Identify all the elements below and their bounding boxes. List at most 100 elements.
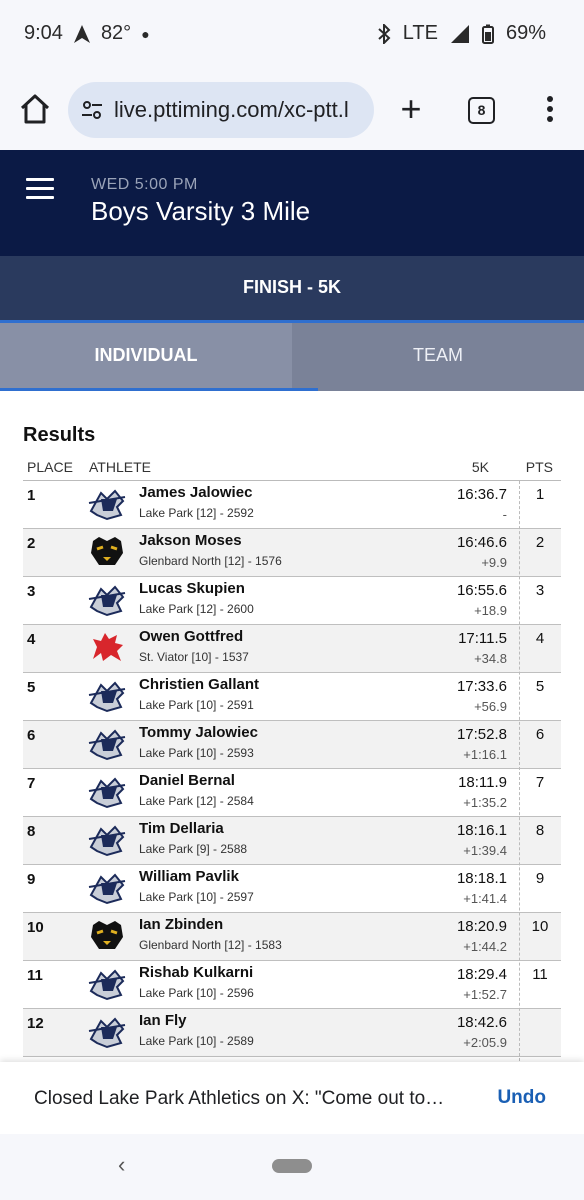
row-place: 9 [27,871,36,888]
athlete-name[interactable]: Ian Zbinden [139,916,223,933]
table-row[interactable]: 12 Ian Fly Lake Park [10] - 2589 18:42.6 +2:… [23,1009,561,1057]
row-place: 11 [27,967,43,984]
new-tab-button[interactable]: + [396,91,426,127]
finish-time: 16:36.7 [456,486,507,503]
athlete-name[interactable]: William Pavlik [139,868,239,885]
notification-dot-icon: ● [141,25,150,42]
signal-icon [450,24,469,43]
system-nav-bar: ‹ [0,1134,584,1200]
knight-logo-icon [87,821,127,857]
back-icon[interactable]: ‹ [118,1152,125,1178]
athlete-name[interactable]: Owen Gottfred [139,628,243,645]
table-row[interactable]: 2 Jakson Moses Glenbard North [12] - 1576 1… [23,529,561,577]
home-pill[interactable] [272,1159,312,1173]
athlete-team: Lake Park [12] - 2592 [139,506,254,520]
finish-time: 17:52.8 [456,726,507,743]
athlete-name[interactable]: Jakson Moses [139,532,242,549]
finish-time: 18:18.1 [456,870,507,887]
event-header: WED 5:00 PM Boys Varsity 3 Mile [0,150,584,256]
site-settings-icon[interactable] [80,98,104,122]
table-body: 1 James Jalowiec Lake Park [12] - 2592 16:3… [23,481,561,1057]
status-right: LTE 69% [377,22,546,45]
battery-icon [481,24,494,44]
table-row[interactable]: 5 Christien Gallant Lake Park [10] - 2591 1… [23,673,561,721]
athlete-name[interactable]: Lucas Skupien [139,580,245,597]
col-place: PLACE [27,459,73,475]
points: 1 [535,486,545,503]
points: 2 [535,534,545,551]
url-text[interactable]: live.pttiming.com/xc-ptt.l [114,97,349,123]
time-gap: +1:35.2 [463,795,507,810]
row-place: 7 [27,775,36,792]
athlete-team: Lake Park [12] - 2584 [139,794,254,808]
athlete-team: Lake Park [10] - 2596 [139,986,254,1000]
row-place: 2 [27,535,36,552]
bluetooth-icon [378,23,391,44]
knight-logo-icon [87,1013,127,1049]
athlete-name[interactable]: James Jalowiec [139,484,252,501]
row-place: 6 [27,727,36,744]
active-tab-indicator [0,388,318,391]
tab-individual[interactable]: INDIVIDUAL [0,323,292,391]
athlete-team: Lake Park [12] - 2600 [139,602,254,616]
finish-time: 16:55.6 [456,582,507,599]
time-gap: +9.9 [481,555,507,570]
results-tabs: INDIVIDUAL TEAM [0,323,584,391]
table-row[interactable]: 11 Rishab Kulkarni Lake Park [10] - 2596 18… [23,961,561,1009]
more-menu-icon[interactable] [538,94,562,124]
time-gap: +1:44.2 [463,939,507,954]
table-row[interactable]: 8 Tim Dellaria Lake Park [9] - 2588 18:16.1… [23,817,561,865]
temperature: 82° [100,22,132,44]
points: 8 [535,822,545,839]
split-selector[interactable]: FINISH - 5K [0,256,584,320]
row-place: 12 [27,1015,44,1032]
panther-logo-icon [87,533,127,569]
time-gap: +1:16.1 [463,747,507,762]
athlete-name[interactable]: Christien Gallant [139,676,259,693]
time-gap: +34.8 [474,651,507,666]
athlete-team: St. Viator [10] - 1537 [139,650,249,664]
table-row[interactable]: 9 William Pavlik Lake Park [10] - 2597 18:1… [23,865,561,913]
athlete-team: Lake Park [10] - 2589 [139,1034,254,1048]
points: 5 [535,678,545,695]
tab-team[interactable]: TEAM [292,323,584,391]
panther-logo-icon [87,917,127,953]
snackbar-message: Closed Lake Park Athletics on X: "Come o… [34,1088,445,1109]
snackbar: Closed Lake Park Athletics on X: "Come o… [0,1062,584,1134]
row-place: 4 [27,631,36,648]
points: 3 [535,582,545,599]
home-icon[interactable] [18,92,52,126]
battery-level: 69% [505,22,546,44]
col-athlete: ATHLETE [89,459,151,475]
knight-logo-icon [87,581,127,617]
table-row[interactable]: 6 Tommy Jalowiec Lake Park [10] - 2593 17:5… [23,721,561,769]
time-gap: +18.9 [474,603,507,618]
table-row[interactable]: 3 Lucas Skupien Lake Park [12] - 2600 16:55… [23,577,561,625]
finish-time: 18:20.9 [456,918,507,935]
athlete-name[interactable]: Daniel Bernal [139,772,235,789]
undo-button[interactable]: Undo [497,1087,546,1109]
table-row[interactable]: 7 Daniel Bernal Lake Park [12] - 2584 18:11… [23,769,561,817]
browser-toolbar: live.pttiming.com/xc-ptt.l + 8 [0,70,584,150]
table-row[interactable]: 1 James Jalowiec Lake Park [12] - 2592 16:3… [23,481,561,529]
address-bar[interactable]: live.pttiming.com/xc-ptt.l [68,82,374,138]
athlete-name[interactable]: Tim Dellaria [139,820,224,837]
athlete-name[interactable]: Rishab Kulkarni [139,964,253,981]
hamburger-menu-icon[interactable] [26,178,54,200]
results-heading: Results [23,424,96,446]
tab-switcher-button[interactable]: 8 [468,97,495,124]
finish-time: 18:29.4 [456,966,507,983]
time-gap: +2:05.9 [463,1035,507,1050]
points: 4 [535,630,545,647]
network-type: LTE [402,22,438,44]
points: 6 [535,726,545,743]
athlete-name[interactable]: Ian Fly [139,1012,187,1029]
athlete-team: Lake Park [10] - 2597 [139,890,254,904]
athlete-name[interactable]: Tommy Jalowiec [139,724,258,741]
table-row[interactable]: 4 Owen Gottfred St. Viator [10] - 1537 17:1… [23,625,561,673]
athlete-team: Glenbard North [12] - 1576 [139,554,282,568]
row-place: 5 [27,679,36,696]
table-row[interactable]: 10 Ian Zbinden Glenbard North [12] - 1583 1… [23,913,561,961]
finish-time: 16:46.6 [456,534,507,551]
event-title: Boys Varsity 3 Mile [91,196,311,226]
